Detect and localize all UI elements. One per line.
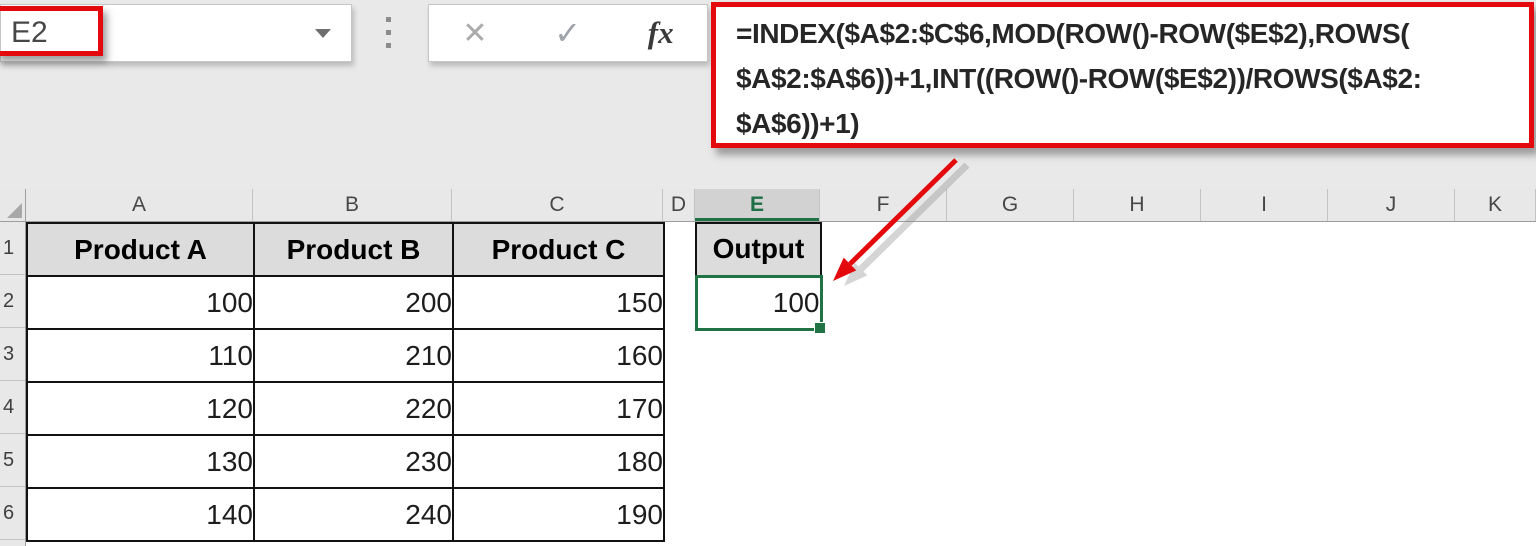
name-box-highlight-annotation (0, 6, 103, 56)
cell-E3[interactable] (696, 329, 821, 382)
cell-A4[interactable]: 120 (27, 382, 254, 435)
fill-handle[interactable] (814, 322, 826, 334)
row-header-1[interactable]: 1 (0, 222, 25, 275)
column-header-A[interactable]: A (26, 189, 253, 221)
cell-B2[interactable]: 200 (254, 276, 453, 329)
excel-window: E 2 ✕ ✓ fx =INDEX($A$2:$C$6,MOD(ROW()-ROW… (0, 0, 1536, 546)
cell-C4[interactable]: 170 (453, 382, 664, 435)
cell-C6[interactable]: 190 (453, 488, 664, 541)
formula-line-2: $A$2:$A$6))+1,INT((ROW()-ROW($E$2))/ROWS… (736, 56, 1529, 101)
select-all-triangle-icon (7, 203, 22, 218)
formula-line-3: $A$6))+1) (736, 101, 1529, 146)
row-header-4[interactable]: 4 (0, 381, 25, 434)
cell-A3[interactable]: 110 (27, 329, 254, 382)
cell-A1[interactable]: Product A (27, 223, 254, 276)
cell-B3[interactable]: 210 (254, 329, 453, 382)
column-header-strip: ABCDEFGHIJK (0, 189, 1536, 222)
row-header-strip: 123456 (0, 222, 26, 546)
cell-D4[interactable] (664, 382, 696, 435)
column-header-G[interactable]: G (947, 189, 1074, 221)
formula-line-1: =INDEX($A$2:$C$6,MOD(ROW()-ROW($E$2),ROW… (736, 11, 1529, 56)
column-header-E[interactable]: E (695, 189, 820, 221)
name-box-dropdown-icon[interactable] (315, 29, 331, 38)
column-header-F[interactable]: F (820, 189, 947, 221)
column-header-I[interactable]: I (1201, 189, 1328, 221)
cell-D5[interactable] (664, 435, 696, 488)
cell-E4[interactable] (696, 382, 821, 435)
cell-C1[interactable]: Product C (453, 223, 664, 276)
cell-D3[interactable] (664, 329, 696, 382)
row-header-5[interactable]: 5 (0, 434, 25, 487)
insert-function-icon[interactable]: fx (648, 15, 674, 51)
spreadsheet-grid: ABCDEFGHIJK 123456 Product AProduct BPro… (0, 189, 1536, 546)
formula-bar-region: E2 ✕ ✓ fx =INDEX($A$2:$C$6,MOD(ROW()-ROW… (0, 0, 1536, 189)
cell-E6[interactable] (696, 488, 821, 541)
cell-B4[interactable]: 220 (254, 382, 453, 435)
cell-B6[interactable]: 240 (254, 488, 453, 541)
enter-icon[interactable]: ✓ (554, 14, 581, 52)
cell-E2[interactable]: 100 (696, 276, 821, 329)
column-header-B[interactable]: B (253, 189, 452, 221)
column-header-C[interactable]: C (452, 189, 663, 221)
cell-C5[interactable]: 180 (453, 435, 664, 488)
cell-D2[interactable] (664, 276, 696, 329)
cell-A2[interactable]: 100 (27, 276, 254, 329)
cell-A6[interactable]: 140 (27, 488, 254, 541)
formula-bar-buttons: ✕ ✓ fx (428, 4, 708, 62)
cancel-icon[interactable]: ✕ (462, 16, 487, 51)
row-header-3[interactable]: 3 (0, 328, 25, 381)
select-all-corner[interactable] (0, 189, 26, 221)
formula-annotation-box: =INDEX($A$2:$C$6,MOD(ROW()-ROW($E$2),ROW… (711, 2, 1534, 148)
column-header-J[interactable]: J (1328, 189, 1455, 221)
cell-D6[interactable] (664, 488, 696, 541)
column-header-H[interactable]: H (1074, 189, 1201, 221)
cell-B1[interactable]: Product B (254, 223, 453, 276)
cell-E5[interactable] (696, 435, 821, 488)
cell-A5[interactable]: 130 (27, 435, 254, 488)
row-header-2[interactable]: 2 (0, 275, 25, 328)
column-header-D[interactable]: D (663, 189, 695, 221)
cell-C3[interactable]: 160 (453, 329, 664, 382)
cell-E1[interactable]: Output (696, 223, 821, 276)
cell-B5[interactable]: 230 (254, 435, 453, 488)
column-header-K[interactable]: K (1455, 189, 1536, 221)
cell-grid: Product AProduct BProduct COutput1002001… (26, 222, 823, 542)
cell-D1[interactable] (664, 223, 696, 276)
formula-bar-drag-handle[interactable] (386, 17, 392, 56)
cell-C2[interactable]: 150 (453, 276, 664, 329)
row-header-6[interactable]: 6 (0, 487, 25, 540)
